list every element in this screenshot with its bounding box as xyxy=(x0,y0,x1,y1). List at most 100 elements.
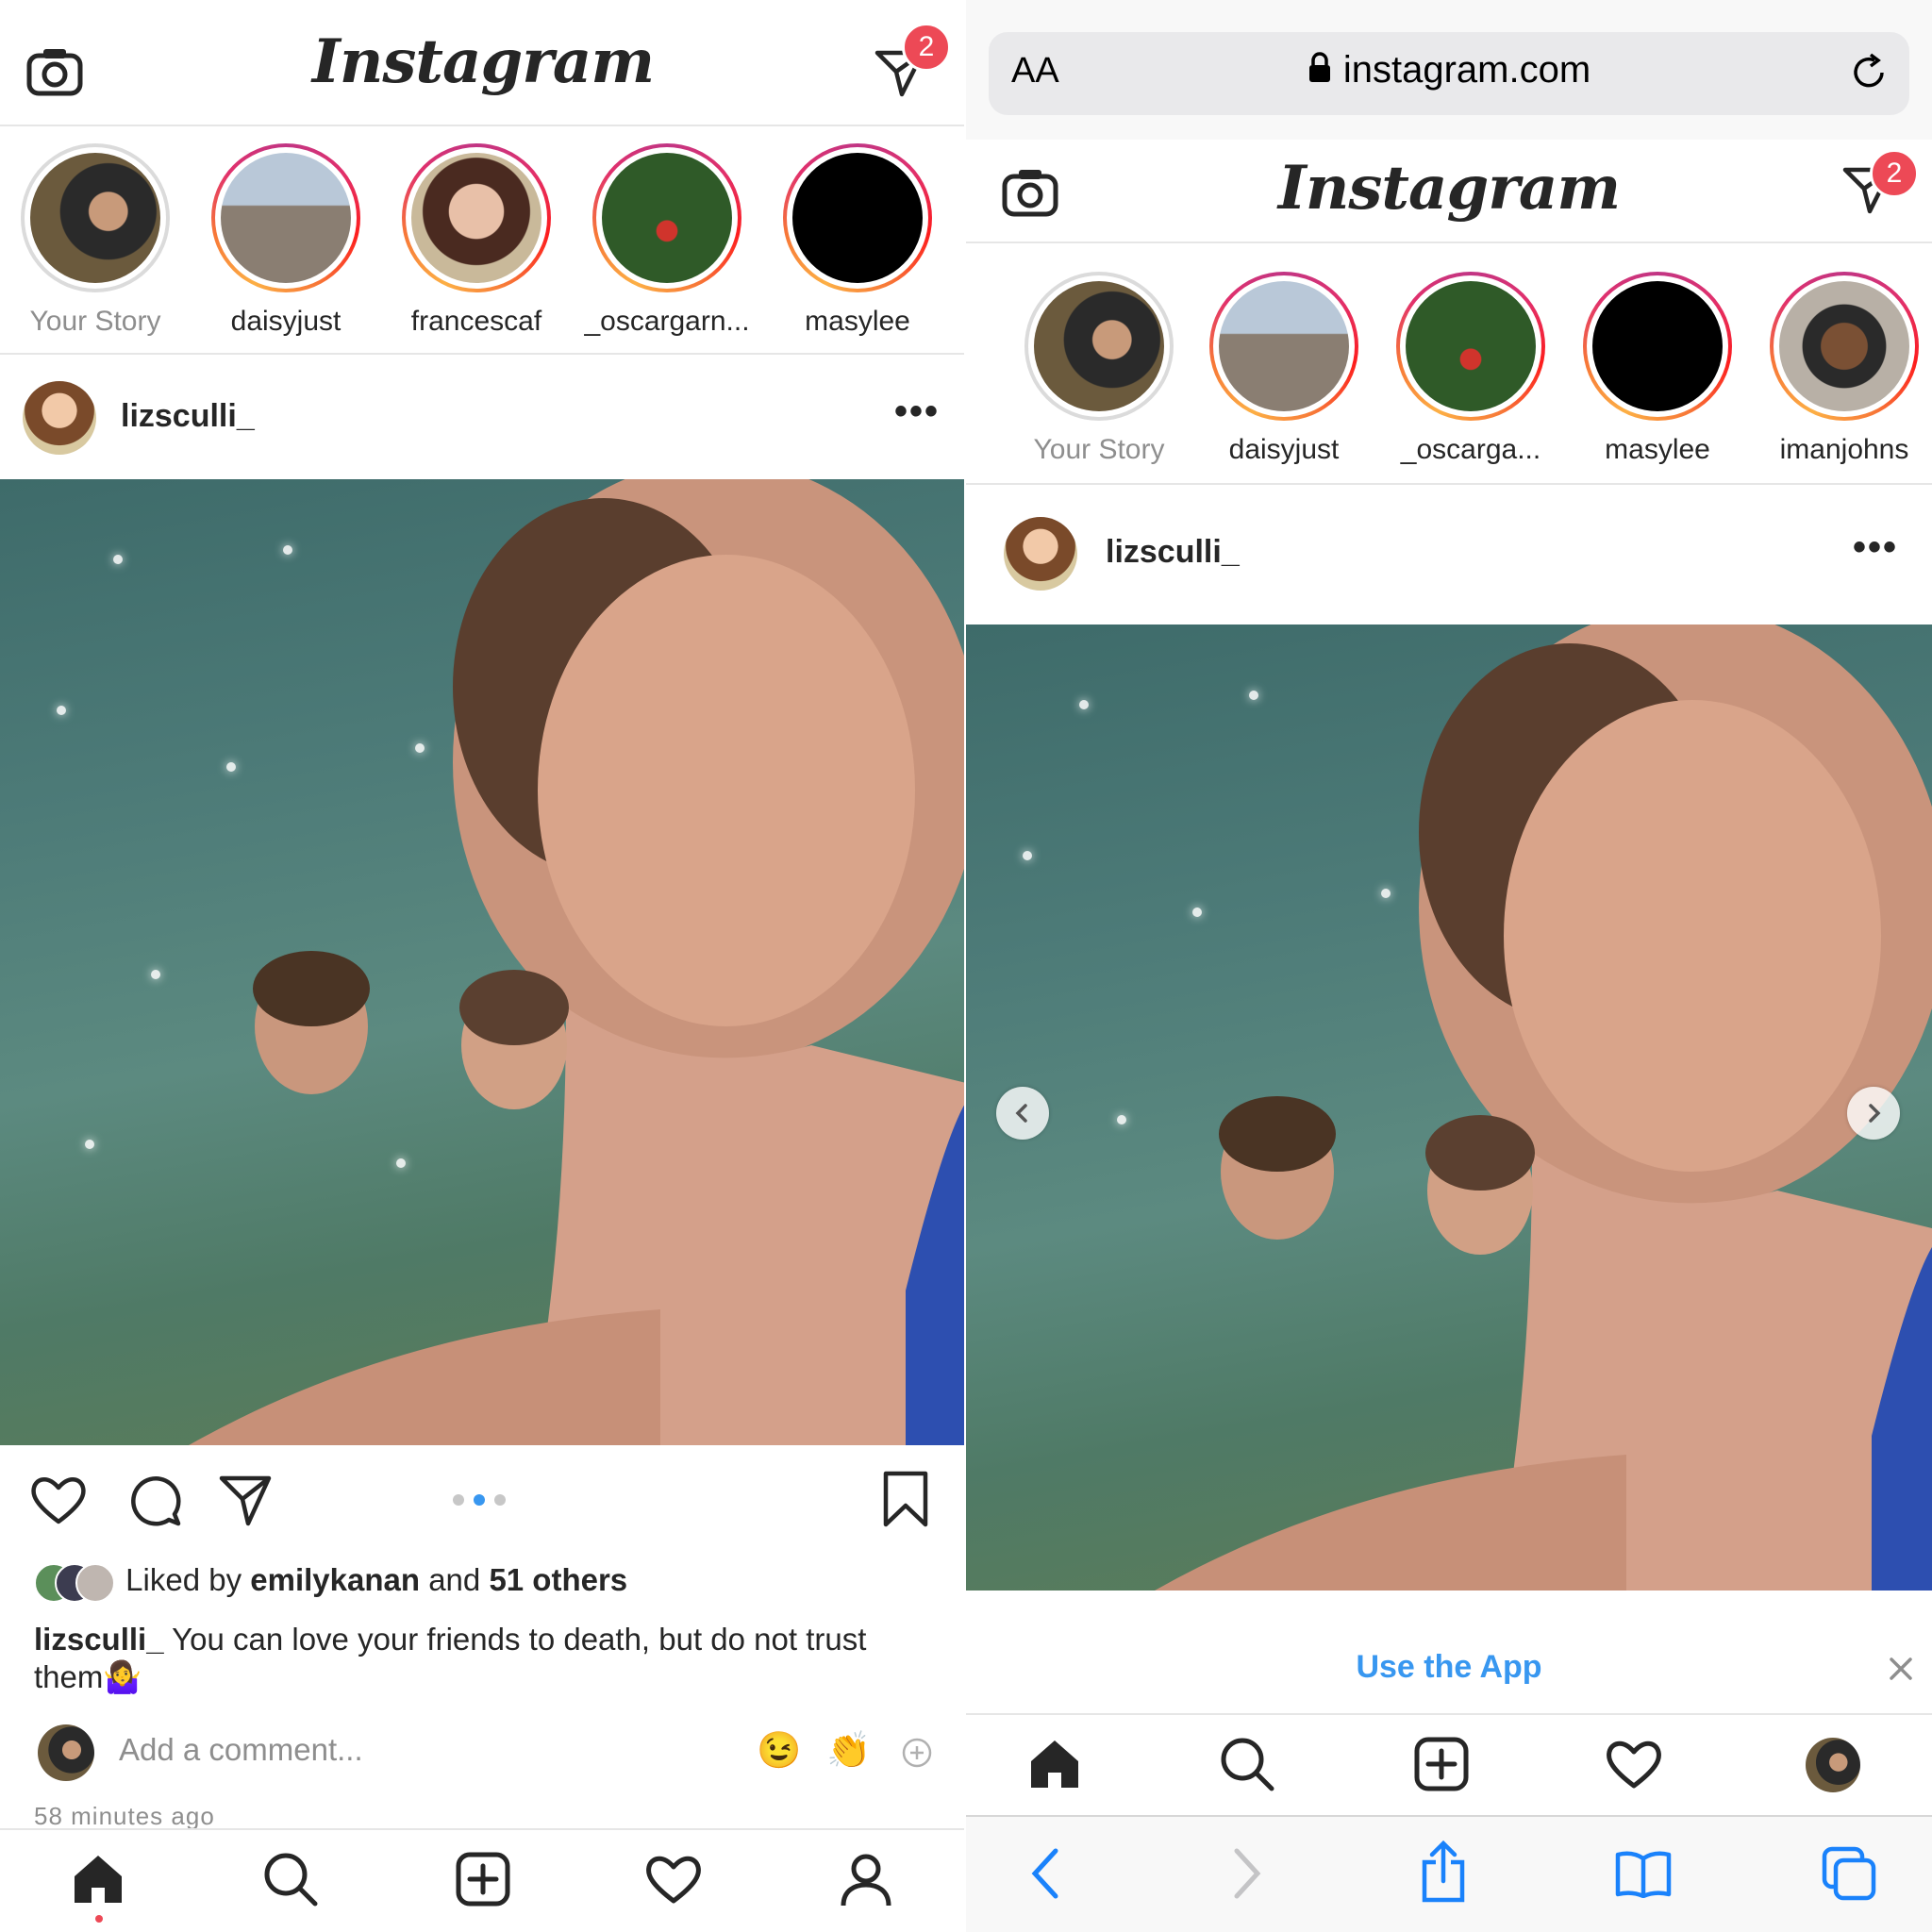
story-your-story[interactable]: Your Story xyxy=(6,143,185,338)
caption-emoji: 🤷‍♀️ xyxy=(103,1659,142,1694)
bookmark-icon[interactable] xyxy=(877,1468,934,1530)
story-label: daisyjust xyxy=(1228,434,1340,465)
story-oscargarn[interactable]: _oscargarn... xyxy=(577,143,757,338)
story-ring xyxy=(1583,272,1732,421)
story-ring xyxy=(1770,272,1919,421)
photo-illustration xyxy=(1155,625,1932,1591)
activity-icon[interactable] xyxy=(1604,1734,1664,1794)
post-username[interactable]: lizsculli_ xyxy=(121,398,255,435)
lock-icon xyxy=(1307,51,1332,93)
story-avatar xyxy=(1034,281,1164,411)
story-avatar xyxy=(221,153,351,283)
top-bar: Instagram 2 xyxy=(966,140,1932,243)
search-icon[interactable] xyxy=(1217,1734,1277,1794)
post-caption: lizsculli_ You can love your friends to … xyxy=(34,1621,911,1696)
more-icon[interactable]: ••• xyxy=(1853,526,1898,569)
url-text: instagram.com xyxy=(1342,49,1591,91)
profile-avatar[interactable] xyxy=(1806,1738,1860,1792)
share-icon[interactable] xyxy=(217,1472,274,1528)
post-header: lizsculli_ ••• xyxy=(0,362,966,474)
story-masylee[interactable]: masylee xyxy=(1568,272,1747,466)
comment-icon[interactable] xyxy=(126,1472,183,1528)
carousel-dot-active xyxy=(474,1494,485,1506)
url-display: instagram.com xyxy=(989,49,1909,93)
home-icon[interactable] xyxy=(1024,1734,1085,1794)
story-ring xyxy=(1209,272,1358,421)
carousel-next-button[interactable] xyxy=(1847,1087,1900,1140)
add-icon[interactable] xyxy=(1411,1734,1472,1794)
story-ring xyxy=(592,143,741,292)
forward-icon[interactable] xyxy=(1221,1845,1274,1902)
add-emoji-icon[interactable] xyxy=(900,1736,934,1770)
top-bar: Instagram 2 xyxy=(0,0,966,126)
bookmarks-icon[interactable] xyxy=(1613,1845,1674,1902)
carousel-indicator xyxy=(453,1494,506,1506)
post-author-avatar[interactable] xyxy=(1004,517,1077,591)
chevron-right-icon xyxy=(1869,1104,1881,1123)
story-ring xyxy=(1024,272,1174,421)
post-username[interactable]: lizsculli_ xyxy=(1106,534,1240,571)
story-avatar xyxy=(1592,281,1723,411)
heart-icon[interactable] xyxy=(28,1472,89,1528)
stories-tray: Your Story daisyjust _oscarga... masylee… xyxy=(966,243,1932,485)
safari-share-icon[interactable] xyxy=(1415,1838,1472,1906)
safari-toolbar xyxy=(966,1815,1932,1932)
story-avatar xyxy=(792,153,923,283)
story-daisyjust[interactable]: daisyjust xyxy=(196,143,375,338)
search-icon[interactable] xyxy=(260,1849,321,1909)
instagram-logo: Instagram xyxy=(1277,153,1621,224)
story-avatar xyxy=(602,153,732,283)
story-ring xyxy=(783,143,932,292)
story-oscarga[interactable]: _oscarga... xyxy=(1381,272,1560,466)
tabs-icon[interactable] xyxy=(1819,1843,1879,1904)
profile-icon[interactable] xyxy=(836,1849,896,1909)
story-imanjohns[interactable]: imanjohns xyxy=(1755,272,1932,466)
story-label: Your Story xyxy=(29,306,161,337)
liked-and: and xyxy=(420,1562,490,1597)
activity-icon[interactable] xyxy=(643,1849,704,1909)
home-icon[interactable] xyxy=(68,1849,128,1909)
story-ring xyxy=(402,143,551,292)
app-screen-left: Instagram 2 Your Story daisyjust frances… xyxy=(0,0,966,1932)
story-your-story[interactable]: Your Story xyxy=(1009,272,1189,466)
carousel-prev-button[interactable] xyxy=(996,1087,1049,1140)
liked-user[interactable]: emilykanan xyxy=(250,1562,420,1597)
story-label: Your Story xyxy=(1033,434,1165,465)
story-label: daisyjust xyxy=(230,306,341,337)
story-avatar xyxy=(411,153,541,283)
post-timestamp: 58 minutes ago xyxy=(34,1802,215,1830)
post-author-avatar[interactable] xyxy=(23,381,96,455)
story-ring xyxy=(1396,272,1545,421)
photo-illustration xyxy=(189,479,966,1445)
post-photo[interactable] xyxy=(0,479,966,1445)
story-label: _oscarga... xyxy=(1400,434,1541,465)
story-avatar xyxy=(1219,281,1349,411)
home-active-dot xyxy=(95,1915,103,1923)
quick-emoji-clap[interactable]: 👏 xyxy=(826,1730,871,1772)
safari-address-area: AA instagram.com xyxy=(966,0,1932,140)
post-actions xyxy=(0,1453,966,1547)
quick-emoji-wink[interactable]: 😉 xyxy=(757,1730,801,1772)
story-label: francescaf xyxy=(410,306,542,337)
dm-badge: 2 xyxy=(1870,149,1919,198)
liked-prefix: Liked by xyxy=(125,1562,251,1597)
close-icon[interactable] xyxy=(1885,1653,1917,1685)
my-avatar xyxy=(38,1724,94,1781)
more-icon[interactable]: ••• xyxy=(894,391,940,433)
story-avatar xyxy=(1406,281,1536,411)
bottom-tab-bar xyxy=(966,1713,1932,1815)
post-photo[interactable] xyxy=(966,625,1932,1591)
story-francescaf[interactable]: francescaf xyxy=(387,143,566,338)
back-icon[interactable] xyxy=(1019,1845,1072,1902)
liked-others[interactable]: 51 others xyxy=(489,1562,627,1597)
story-avatar xyxy=(1779,281,1909,411)
add-comment-row: Add a comment... 😉 👏 xyxy=(34,1721,932,1787)
reload-icon[interactable] xyxy=(1845,49,1892,96)
comment-input[interactable]: Add a comment... xyxy=(119,1732,363,1768)
use-app-button[interactable]: Use the App xyxy=(966,1649,1932,1686)
story-daisyjust[interactable]: daisyjust xyxy=(1194,272,1374,466)
add-icon[interactable] xyxy=(453,1849,513,1909)
story-masylee[interactable]: masylee xyxy=(768,143,947,338)
caption-username[interactable]: lizsculli_ xyxy=(34,1622,164,1657)
url-bar[interactable]: AA instagram.com xyxy=(989,32,1909,115)
